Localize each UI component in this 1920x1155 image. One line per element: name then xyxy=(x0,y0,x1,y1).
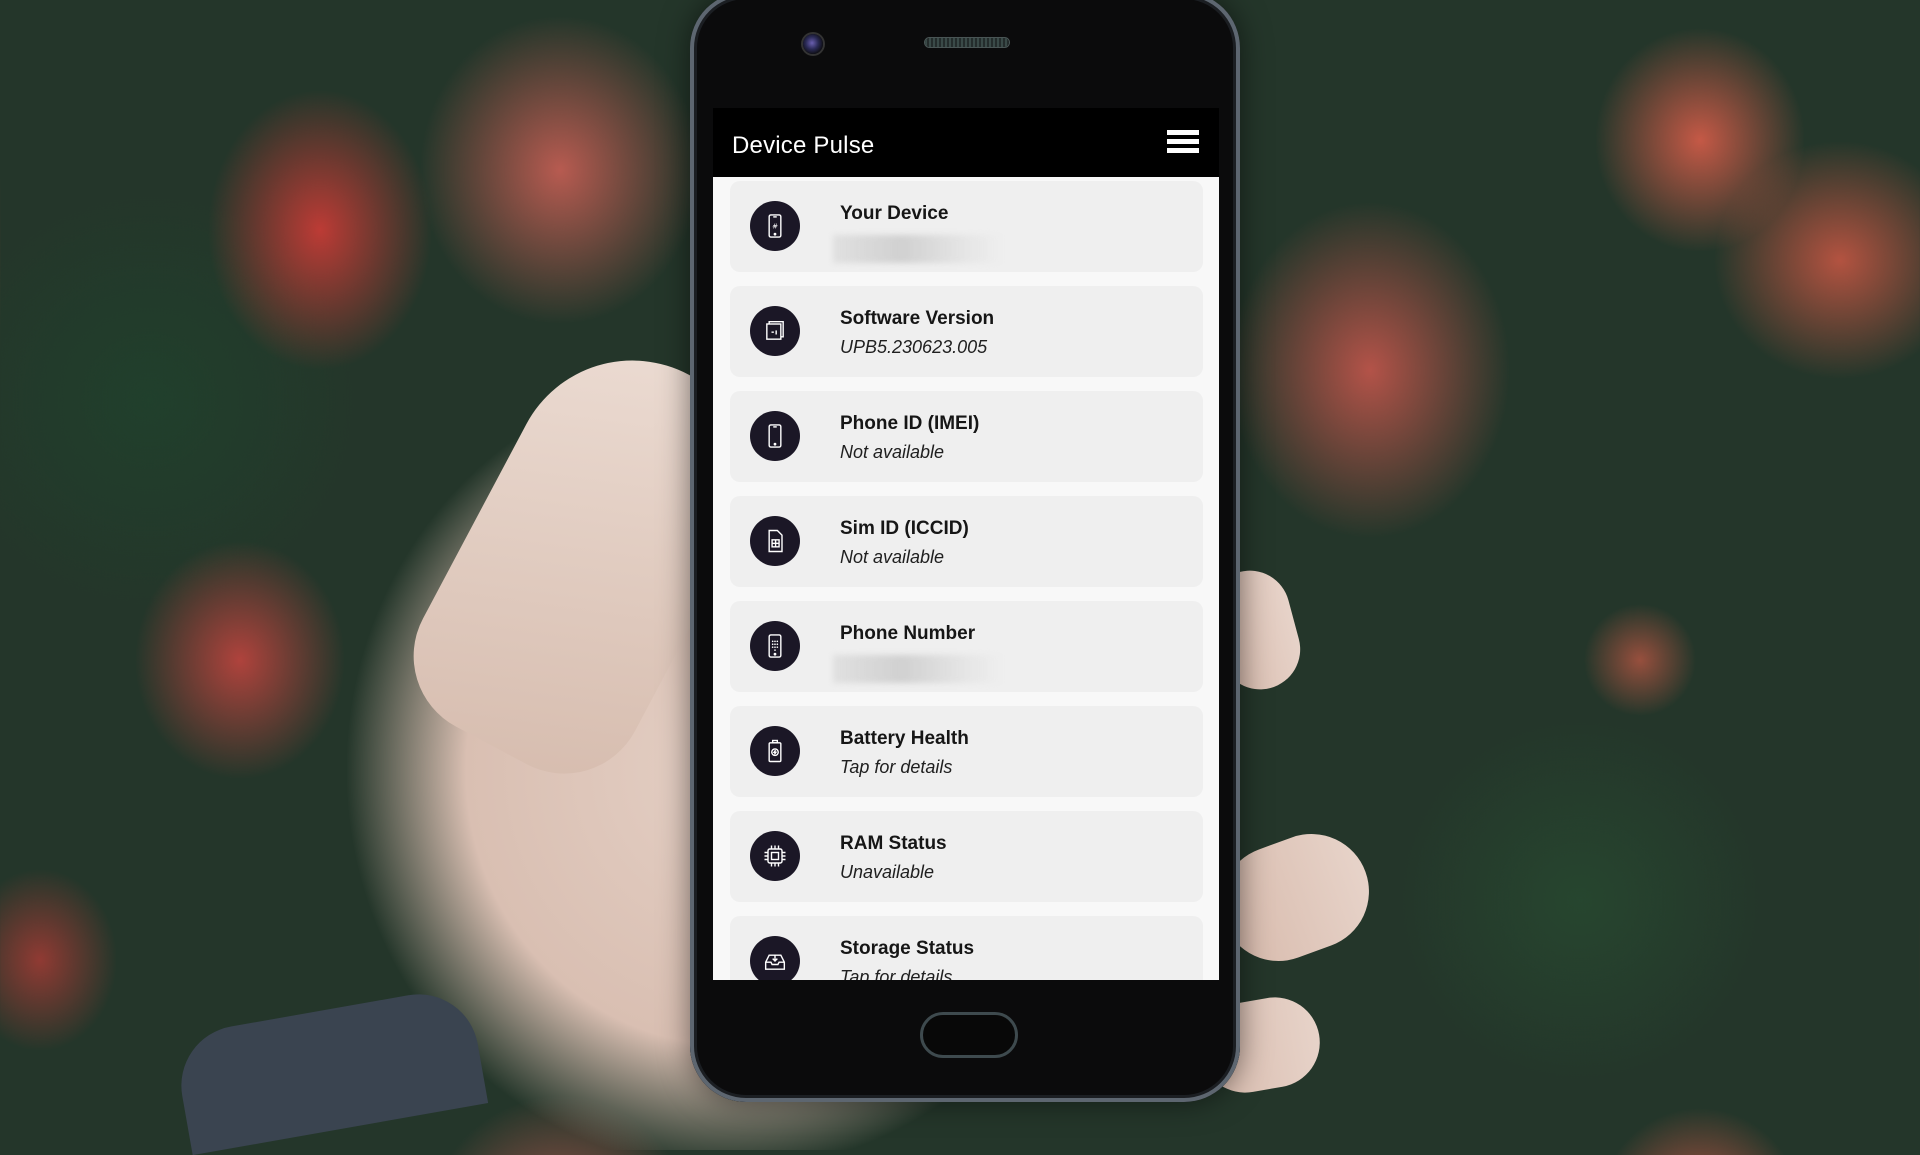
list-item-your-device[interactable]: # Your Device xyxy=(730,181,1203,272)
list-item-phone-id[interactable]: Phone ID (IMEI) Not available xyxy=(730,391,1203,482)
list-item-phone-number[interactable]: Phone Number xyxy=(730,601,1203,692)
app-title: Device Pulse xyxy=(732,132,875,159)
list-item-battery-health[interactable]: Battery Health Tap for details xyxy=(730,706,1203,797)
phone-hash-icon: # xyxy=(750,201,800,251)
earpiece-speaker xyxy=(925,38,1009,47)
item-value: Not available xyxy=(840,547,945,567)
list-item-ram-status[interactable]: RAM Status Unavailable xyxy=(730,811,1203,902)
redacted-value xyxy=(833,235,1003,263)
info-list: # Your Device Software Version UPB5.2306… xyxy=(713,177,1219,980)
item-title: Storage Status xyxy=(840,938,975,959)
item-value: Tap for details xyxy=(840,757,953,777)
redacted-value xyxy=(833,655,1003,683)
item-title: Phone Number xyxy=(840,623,976,644)
list-item-software-version[interactable]: Software Version UPB5.230623.005 xyxy=(730,286,1203,377)
item-title: Phone ID (IMEI) xyxy=(840,413,980,434)
home-button[interactable] xyxy=(920,1012,1018,1058)
item-title: RAM Status xyxy=(840,833,947,854)
item-title: Your Device xyxy=(840,203,949,224)
software-info-icon xyxy=(750,306,800,356)
storage-inbox-icon xyxy=(750,936,800,980)
smartphone-icon xyxy=(750,411,800,461)
app-header: Device Pulse xyxy=(713,108,1219,177)
hamburger-menu-icon[interactable] xyxy=(1167,130,1199,154)
svg-text:#: # xyxy=(772,222,778,230)
item-title: Software Version xyxy=(840,308,995,329)
phone-screen: Device Pulse # Your Device Software Vers… xyxy=(713,108,1219,980)
list-item-storage-status[interactable]: Storage Status Tap for details xyxy=(730,916,1203,980)
list-item-sim-id[interactable]: Sim ID (ICCID) Not available xyxy=(730,496,1203,587)
phone-keypad-icon xyxy=(750,621,800,671)
item-title: Battery Health xyxy=(840,728,969,749)
item-value: Tap for details xyxy=(840,967,953,980)
item-value: Not available xyxy=(840,442,945,462)
chip-icon xyxy=(750,831,800,881)
item-title: Sim ID (ICCID) xyxy=(840,518,969,539)
front-camera xyxy=(803,34,823,54)
item-value: UPB5.230623.005 xyxy=(840,337,988,357)
item-value: Unavailable xyxy=(840,862,935,882)
battery-icon xyxy=(750,726,800,776)
sim-card-icon xyxy=(750,516,800,566)
